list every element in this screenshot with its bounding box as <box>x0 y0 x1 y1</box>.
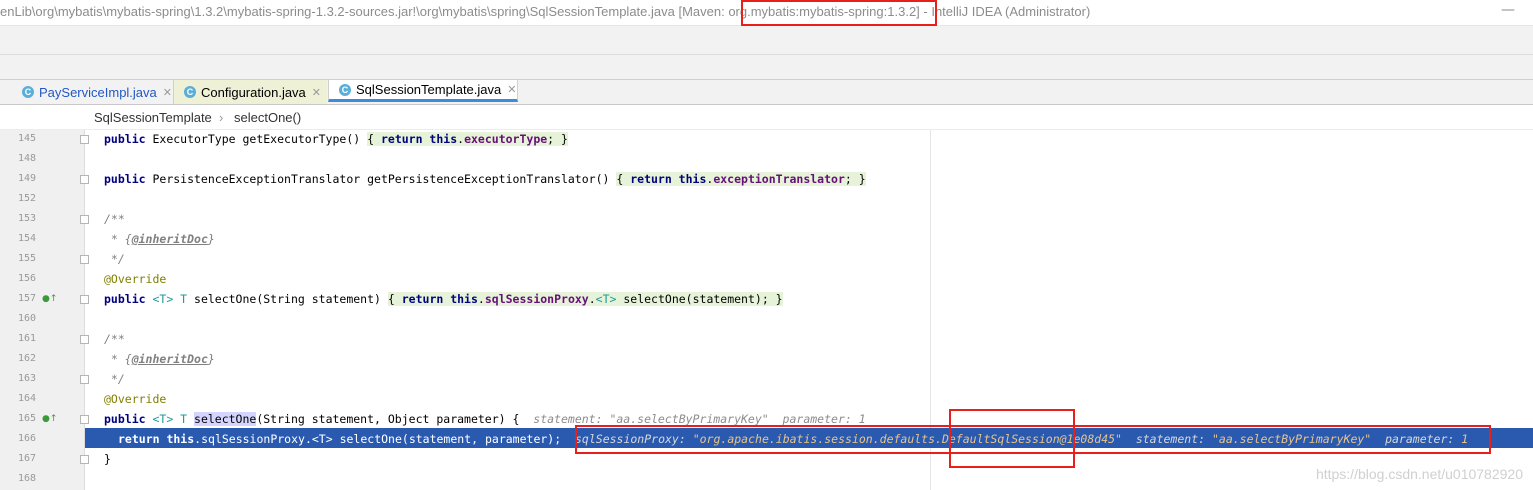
fold-icon[interactable] <box>80 335 89 344</box>
editor-tabs: C PayServiceImpl.java ✕ C Configuration.… <box>0 80 1533 105</box>
tab-configuration[interactable]: C Configuration.java ✕ <box>173 80 327 104</box>
code-line: 160 <box>0 309 1533 329</box>
breadcrumb-separator: › <box>219 110 224 125</box>
minimize-icon[interactable]: — <box>1501 2 1515 18</box>
implements-method-icon[interactable]: ●↑ <box>42 294 57 304</box>
class-icon: C <box>22 86 34 98</box>
code-text: public ExecutorType getExecutorType() { … <box>104 132 568 146</box>
code-line: 161 /** <box>0 329 1533 349</box>
line-number: 149 <box>18 173 37 184</box>
code-line: 149 public PersistenceExceptionTranslato… <box>0 169 1533 189</box>
tab-payserviceimpl[interactable]: C PayServiceImpl.java ✕ <box>14 80 172 104</box>
implements-method-icon[interactable]: ●↑ <box>42 414 57 424</box>
code-line: 168 <box>0 469 1533 489</box>
code-text: @Override <box>104 392 167 406</box>
line-number: 164 <box>18 393 37 404</box>
class-icon: C <box>184 86 196 98</box>
line-number: 152 <box>18 193 37 204</box>
code-line: 156 @Override <box>0 269 1533 289</box>
code-line: 163 */ <box>0 369 1533 389</box>
breadcrumb-class[interactable]: SqlSessionTemplate <box>94 110 212 125</box>
code-text: * {@inheritDoc} <box>104 232 215 246</box>
code-text: @Override <box>104 272 167 286</box>
fold-icon[interactable] <box>80 215 89 224</box>
annotation-box-inline-values <box>575 425 1491 454</box>
line-number: 168 <box>18 473 37 484</box>
close-icon[interactable]: ✕ <box>507 83 516 96</box>
code-line: 148 <box>0 149 1533 169</box>
watermark: https://blog.csdn.net/u010782920 <box>1315 466 1523 482</box>
code-text: } <box>104 452 111 466</box>
line-number: 160 <box>18 313 37 324</box>
tab-label: SqlSessionTemplate.java <box>356 82 502 97</box>
code-line: 164 @Override <box>0 389 1533 409</box>
code-line: 155 */ <box>0 249 1533 269</box>
code-line: 152 <box>0 189 1533 209</box>
class-icon: C <box>339 83 351 96</box>
toolbar <box>0 26 1533 55</box>
line-number: 167 <box>18 453 37 464</box>
breadcrumb: SqlSessionTemplate › selectOne() <box>0 105 1533 130</box>
debug-inline-value: statement: <box>533 412 610 426</box>
code-line: 153 /** <box>0 209 1533 229</box>
breadcrumb-method[interactable]: selectOne() <box>234 110 301 125</box>
annotation-box-maven-version <box>741 0 937 26</box>
code-line: 157 ●↑ public <T> T selectOne(String sta… <box>0 289 1533 309</box>
code-line: 162 * {@inheritDoc} <box>0 349 1533 369</box>
line-number: 155 <box>18 253 37 264</box>
line-number: 145 <box>18 133 37 144</box>
code-text: */ <box>104 372 125 386</box>
line-number: 163 <box>18 373 37 384</box>
line-number: 154 <box>18 233 37 244</box>
code-text: /** <box>104 332 125 346</box>
fold-icon[interactable] <box>80 455 89 464</box>
fold-icon[interactable] <box>80 415 89 424</box>
code-text: */ <box>104 252 125 266</box>
fold-icon[interactable] <box>80 295 89 304</box>
line-number: 166 <box>18 433 37 444</box>
code-text: public <T> T selectOne(String statement)… <box>104 292 783 306</box>
fold-icon[interactable] <box>80 175 89 184</box>
tab-sqlsessiontemplate[interactable]: C SqlSessionTemplate.java ✕ <box>328 80 518 102</box>
close-icon[interactable]: ✕ <box>312 86 321 99</box>
code-line: 145 public ExecutorType getExecutorType(… <box>0 129 1533 149</box>
fold-icon[interactable] <box>80 375 89 384</box>
line-number: 148 <box>18 153 37 164</box>
line-number: 153 <box>18 213 37 224</box>
fold-icon[interactable] <box>80 255 89 264</box>
navigation-bar <box>0 55 1533 80</box>
tab-label: PayServiceImpl.java <box>39 84 157 100</box>
tab-label: Configuration.java <box>201 84 306 100</box>
line-number: 161 <box>18 333 37 344</box>
line-number: 156 <box>18 273 37 284</box>
code-line: 154 * {@inheritDoc} <box>0 229 1533 249</box>
close-icon[interactable]: ✕ <box>163 86 172 99</box>
code-text: * {@inheritDoc} <box>104 352 215 366</box>
fold-icon[interactable] <box>80 135 89 144</box>
code-text: public PersistenceExceptionTranslator ge… <box>104 172 866 186</box>
line-number: 162 <box>18 353 37 364</box>
code-text: /** <box>104 212 125 226</box>
